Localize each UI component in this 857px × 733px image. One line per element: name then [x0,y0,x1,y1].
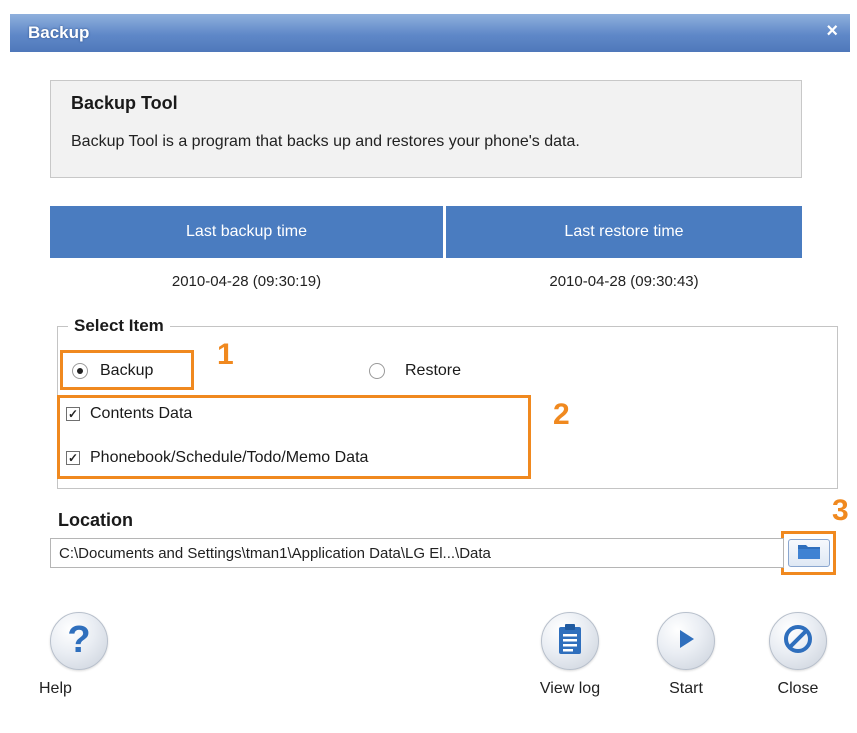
start-label: Start [669,680,703,697]
play-icon [675,627,697,656]
window-title: Backup [28,23,90,42]
info-panel: Backup Tool Backup Tool is a program tha… [50,80,802,178]
location-path-field[interactable] [50,538,784,568]
last-backup-value: 2010-04-28 (09:30:19) [171,273,322,290]
title-bar: Backup × [10,14,850,52]
close-button[interactable] [769,612,827,670]
svg-text:?: ? [67,619,90,659]
restore-radio-label: Restore [405,362,462,379]
last-restore-value: 2010-04-28 (09:30:43) [549,273,699,290]
last-backup-header: Last backup time [50,206,443,258]
annotation-number-3: 3 [832,494,849,527]
annotation-number-1: 1 [217,338,234,371]
view-log-button[interactable] [541,612,599,670]
no-entry-icon [782,623,814,660]
window-close-icon[interactable]: × [826,20,838,43]
help-label: Help [39,680,72,697]
clipboard-icon [557,623,583,660]
start-button[interactable] [657,612,715,670]
folder-icon [797,542,821,565]
restore-radio[interactable] [369,363,385,379]
restore-radio-option[interactable]: Restore [369,362,461,380]
highlight-box-2 [57,395,531,479]
highlight-box-1 [60,350,194,390]
info-title: Backup Tool [71,93,178,113]
location-label: Location [58,510,133,530]
question-icon: ? [61,619,97,664]
close-label: Close [777,680,819,697]
annotation-number-2: 2 [553,398,570,431]
last-restore-header: Last restore time [446,206,802,258]
view-log-label: View log [539,680,601,697]
info-description: Backup Tool is a program that backs up a… [71,133,580,150]
help-button[interactable]: ? [50,612,108,670]
select-item-legend: Select Item [68,316,170,336]
browse-folder-button[interactable] [788,539,830,567]
